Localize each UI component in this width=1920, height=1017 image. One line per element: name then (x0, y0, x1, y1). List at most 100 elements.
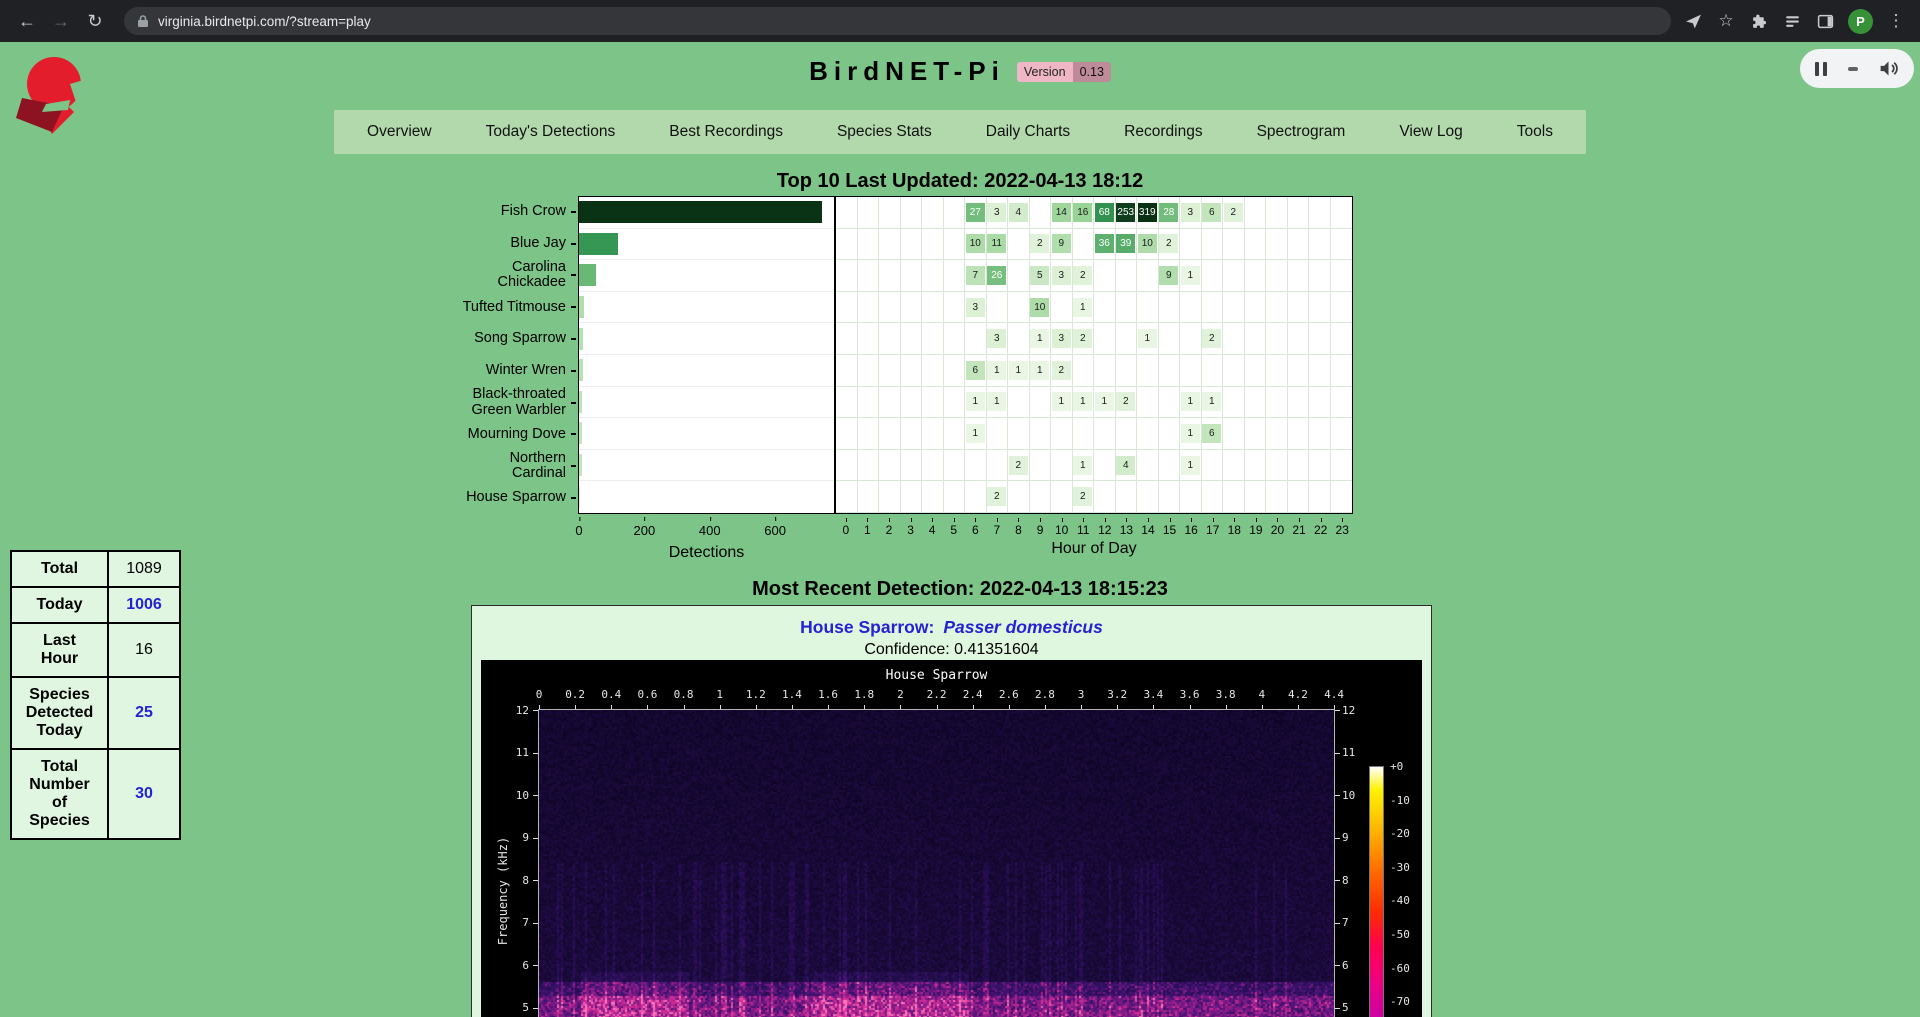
menu-kebab-icon[interactable]: ⋮ (1886, 11, 1906, 31)
spectrogram-x-tick-label: 3.4 (1143, 688, 1163, 701)
heat-cell (836, 355, 858, 387)
nav-item-spectrogram[interactable]: Spectrogram (1230, 123, 1373, 141)
nav-item-view-log[interactable]: View Log (1372, 123, 1489, 141)
nav-item-recordings[interactable]: Recordings (1097, 123, 1229, 141)
heat-cell: 253 (1116, 197, 1138, 229)
heat-cell (922, 229, 944, 261)
hour-tick-label: 13 (1116, 518, 1138, 537)
heat-cell (1245, 418, 1267, 450)
heat-cell (922, 323, 944, 355)
stats-value-link[interactable]: 30 (108, 749, 180, 839)
heat-cell: 1 (1137, 323, 1159, 355)
hour-tick-label: 11 (1072, 518, 1094, 537)
spectrogram-y-tick-label: 9 (1342, 831, 1382, 844)
reading-list-icon[interactable] (1782, 11, 1802, 31)
heat-cell (1008, 387, 1030, 419)
spectrogram-x-tick-label: 1 (716, 688, 723, 701)
heat-cell (879, 323, 901, 355)
url-text: virginia.birdnetpi.com/?stream=play (158, 14, 371, 29)
heat-cell (965, 481, 987, 513)
detections-bar (579, 454, 582, 476)
heat-cell (879, 260, 901, 292)
seek-handle[interactable] (1848, 67, 1858, 71)
spectrogram-x-tick-label: 0 (536, 688, 543, 701)
nav-item-tools[interactable]: Tools (1490, 123, 1580, 141)
heat-cell-value: 2 (987, 487, 1006, 506)
heat-cell (1159, 292, 1181, 324)
spectrogram-x-tick-mark (1081, 705, 1082, 709)
url-bar[interactable]: virginia.birdnetpi.com/?stream=play (124, 7, 1671, 35)
species-label-text: House Sparrow (466, 490, 566, 505)
heat-cell-value: 6 (966, 361, 985, 380)
heat-cell (987, 418, 1009, 450)
heat-cell (1331, 418, 1353, 450)
spectrogram-y-tick-mark (1335, 710, 1340, 711)
spectrogram-y-tick-label: 7 (1342, 916, 1382, 929)
heat-cell (1116, 418, 1138, 450)
heat-cell-value: 6 (1202, 203, 1221, 222)
axis-tick (571, 465, 576, 467)
nav-item-today-s-detections[interactable]: Today's Detections (459, 123, 643, 141)
heat-cell (1309, 229, 1331, 261)
forward-icon[interactable]: → (46, 6, 76, 36)
heat-cell (879, 229, 901, 261)
species-label-text: Song Sparrow (474, 331, 566, 346)
bar-axis-ticks: 0200400600 (578, 518, 835, 536)
spectrogram-x-tick-label: 4 (1258, 688, 1265, 701)
heat-cell-value: 6 (1202, 424, 1221, 443)
bookmark-star-icon[interactable]: ☆ (1716, 11, 1736, 31)
heat-cell (1288, 450, 1310, 482)
heat-cell (1202, 292, 1224, 324)
heat-cell (1180, 481, 1202, 513)
heat-cell (1030, 418, 1052, 450)
heat-cell: 1 (1008, 355, 1030, 387)
audio-player[interactable] (1800, 49, 1914, 88)
heat-cell (858, 260, 880, 292)
heat-cell-value: 2 (1116, 392, 1135, 411)
stats-label: Total Number of Species (11, 749, 108, 839)
spectrogram-x-tick-label: 2.2 (927, 688, 947, 701)
volume-icon[interactable] (1878, 58, 1899, 79)
profile-avatar[interactable]: P (1848, 9, 1873, 34)
colorbar (1369, 766, 1384, 1017)
send-icon[interactable] (1683, 11, 1703, 31)
axis-tick (571, 370, 576, 372)
species-name-link[interactable]: House Sparrow: (800, 617, 934, 637)
heat-cell (965, 450, 987, 482)
heat-cell (836, 260, 858, 292)
species-label-text: Tufted Titmouse (463, 300, 566, 315)
axis-tick (571, 211, 576, 213)
nav-item-daily-charts[interactable]: Daily Charts (959, 123, 1097, 141)
heat-cell-value: 3 (1052, 266, 1071, 285)
nav-item-overview[interactable]: Overview (340, 123, 459, 141)
spectrogram-x-tick-label: 3.6 (1180, 688, 1200, 701)
nav-item-best-recordings[interactable]: Best Recordings (642, 123, 810, 141)
hour-tick-label: 2 (878, 518, 900, 537)
heat-cell (1137, 355, 1159, 387)
extensions-puzzle-icon[interactable] (1749, 11, 1769, 31)
heat-cell (922, 481, 944, 513)
detections-bar (579, 201, 822, 223)
back-icon[interactable]: ← (12, 6, 42, 36)
heat-cell: 6 (965, 355, 987, 387)
spectrogram-y-tick-mark (1335, 1008, 1340, 1009)
bar-row (579, 387, 834, 419)
spectrogram-y-tick-label: 5 (489, 1001, 529, 1014)
heat-cell (1245, 260, 1267, 292)
heat-cell: 1 (1051, 387, 1073, 419)
spectrogram-y-tick-label: 12 (489, 704, 529, 717)
species-label-text: Black-throated Green Warbler (471, 387, 566, 417)
detections-bar (579, 233, 618, 255)
spectrogram-x-tick-mark (900, 705, 901, 709)
scientific-name: Passer domesticus (943, 617, 1103, 637)
pause-icon[interactable] (1815, 62, 1827, 76)
bar-row (579, 197, 834, 229)
heat-cell (1331, 481, 1353, 513)
reload-icon[interactable]: ↻ (80, 6, 110, 36)
nav-item-species-stats[interactable]: Species Stats (810, 123, 959, 141)
spectrogram-y-tick-mark (533, 923, 538, 924)
side-panel-icon[interactable] (1815, 11, 1835, 31)
heat-cell (944, 355, 966, 387)
heat-cell (879, 355, 901, 387)
stats-value-link[interactable]: 25 (108, 677, 180, 749)
